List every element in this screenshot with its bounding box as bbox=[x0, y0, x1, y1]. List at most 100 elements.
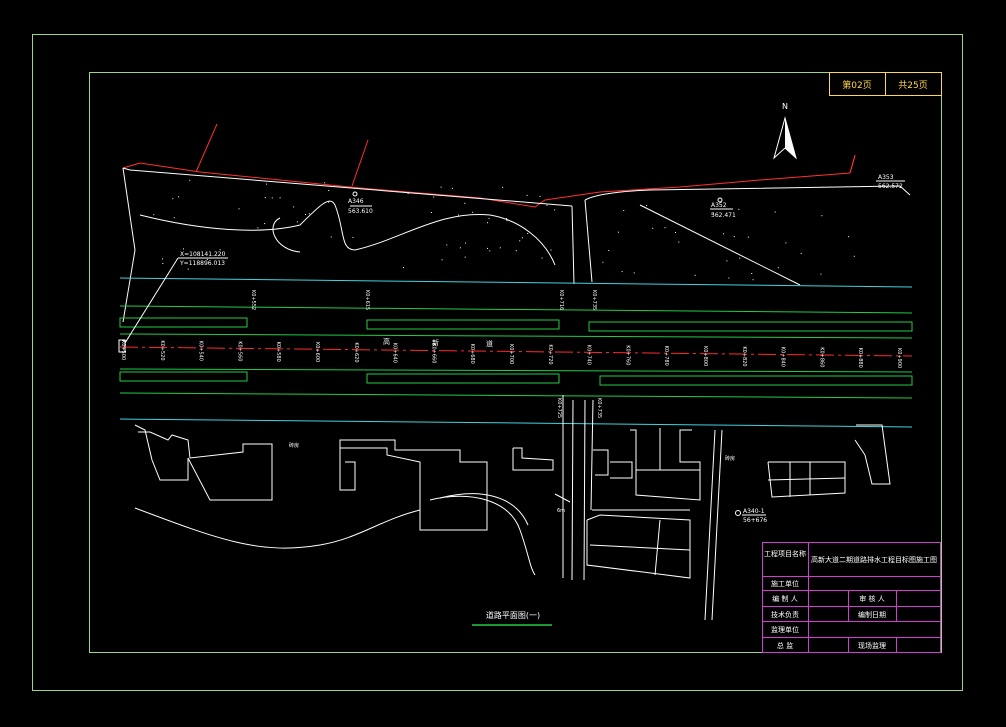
vegetation-dot bbox=[488, 217, 490, 219]
elevation-point-a352: A352 562.471 bbox=[710, 197, 736, 219]
vegetation-dot bbox=[446, 244, 448, 246]
vegetation-dot bbox=[739, 257, 741, 259]
vegetation-dot bbox=[487, 247, 488, 249]
vegetation-dot bbox=[777, 267, 779, 269]
vegetation-dot bbox=[521, 237, 523, 239]
north-label: N bbox=[782, 102, 788, 111]
road-name-char-2: 新 bbox=[432, 338, 439, 347]
lower-curves bbox=[134, 493, 536, 576]
svg-text:K0+716: K0+716 bbox=[558, 290, 564, 310]
vegetation-dot bbox=[162, 258, 163, 260]
vegetation-dot bbox=[407, 193, 409, 194]
vegetation-dot bbox=[451, 187, 453, 189]
sheet-no-label: 第02页 bbox=[842, 79, 871, 91]
vegetation-dot bbox=[264, 197, 266, 199]
svg-text:K0+552: K0+552 bbox=[250, 290, 256, 310]
vegetation-dot bbox=[752, 279, 754, 281]
svg-text:道路平面图(一): 道路平面图(一) bbox=[486, 610, 540, 620]
svg-text:K0+735: K0+735 bbox=[596, 398, 602, 418]
svg-text:Y=118896.013: Y=118896.013 bbox=[179, 260, 225, 267]
vegetation-dot bbox=[602, 261, 604, 263]
station-label: K0+840 bbox=[780, 347, 786, 367]
station-label: K0+820 bbox=[741, 346, 747, 366]
vegetation-dot bbox=[271, 197, 273, 199]
vegetation-dot bbox=[277, 228, 279, 230]
tb-supervision-unit: 监理单位 bbox=[771, 625, 799, 634]
vegetation-dot bbox=[515, 250, 517, 252]
vegetation-dot bbox=[189, 179, 191, 181]
station-label: K0+880 bbox=[857, 348, 863, 368]
vegetation-dot bbox=[172, 198, 174, 200]
station-label: K0+780 bbox=[663, 346, 669, 366]
vegetation-dot bbox=[506, 220, 508, 222]
vegetation-dot bbox=[459, 247, 461, 249]
station-label: K0+720 bbox=[547, 344, 553, 364]
vegetation-dot bbox=[617, 231, 619, 233]
vegetation-dot bbox=[541, 257, 543, 259]
tb-project-label: 工程项目名称 bbox=[764, 549, 806, 558]
svg-text:563.610: 563.610 bbox=[348, 208, 373, 215]
vegetation-dot bbox=[539, 195, 541, 197]
vegetation-dot bbox=[441, 259, 443, 261]
vegetation-dot bbox=[738, 208, 740, 210]
vegetation-dot bbox=[464, 256, 466, 258]
vegetation-dot bbox=[726, 260, 728, 262]
vegetation-dot bbox=[678, 241, 680, 243]
vegetation-dot bbox=[153, 214, 155, 216]
tb-drafter: 编 制 人 bbox=[772, 594, 797, 603]
road-name: 高 新 道 bbox=[383, 337, 493, 348]
tb-site-supervisor: 现场监理 bbox=[858, 641, 886, 650]
vegetation-dot bbox=[747, 236, 749, 238]
tb-tech-lead: 技术负责 bbox=[771, 610, 799, 619]
vegetation-dot bbox=[526, 194, 528, 196]
vegetation-dot bbox=[464, 202, 466, 204]
vegetation-dot bbox=[621, 271, 623, 273]
side-street-labels: K0+725 K0+735 6m 砖房 砖房 bbox=[289, 398, 735, 514]
station-label: K0+700 bbox=[508, 344, 514, 364]
station-label: K0+520 bbox=[159, 340, 165, 360]
vegetation-dot bbox=[257, 227, 259, 229]
vegetation-dot bbox=[178, 196, 180, 198]
vegetation-dot bbox=[723, 233, 725, 235]
vegetation-dot bbox=[187, 268, 189, 270]
svg-text:X=108141.220: X=108141.220 bbox=[180, 251, 226, 258]
svg-text:A340-1: A340-1 bbox=[743, 508, 765, 515]
vegetation-dot bbox=[238, 208, 240, 210]
station-label: K0+860 bbox=[818, 347, 824, 367]
station-labels: K0+500 K0+520 K0+540 K0+560 K0+580 K0+600 K0+6… bbox=[120, 340, 902, 368]
terrain-lines bbox=[122, 167, 911, 323]
svg-text:56+676: 56+676 bbox=[743, 517, 767, 524]
vegetation-dot bbox=[733, 236, 735, 238]
elevation-point-a353: A353 562.572 bbox=[876, 174, 905, 190]
vegetation-dot bbox=[487, 222, 488, 224]
vegetation-dot bbox=[821, 215, 823, 217]
vegetation-dot bbox=[328, 201, 330, 203]
vegetation-dot bbox=[440, 186, 442, 188]
vegetation-dot bbox=[472, 211, 474, 213]
tb-chief: 总 监 bbox=[777, 641, 793, 650]
svg-text:K0+735: K0+735 bbox=[591, 290, 597, 310]
station-label: K0+680 bbox=[469, 344, 475, 364]
vegetation-dot bbox=[279, 197, 281, 199]
vegetation-dot bbox=[848, 236, 850, 238]
svg-text:A353: A353 bbox=[878, 174, 894, 181]
tb-reviewer: 审 核 人 bbox=[859, 594, 884, 603]
vegetation-dot bbox=[499, 247, 501, 249]
vegetation-dot bbox=[652, 227, 654, 229]
station-label: K0+580 bbox=[275, 342, 281, 362]
vegetation-dot bbox=[433, 196, 435, 198]
elevation-point-a340: A340-1 56+676 bbox=[735, 508, 767, 524]
side-street bbox=[554, 395, 723, 621]
sheet-number-box: 第02页 共25页 bbox=[829, 72, 942, 96]
inner-frame bbox=[89, 72, 942, 653]
vegetation-dot bbox=[820, 273, 822, 275]
drawing-title: 道路平面图(一) bbox=[472, 610, 552, 626]
svg-text:562.471: 562.471 bbox=[711, 212, 736, 219]
station-label: K0+740 bbox=[586, 345, 592, 365]
vegetation-dot bbox=[430, 212, 432, 213]
vegetation-dot bbox=[633, 272, 635, 274]
vegetation-dot bbox=[173, 217, 175, 219]
vegetation-dot bbox=[458, 214, 459, 216]
vegetation-dot bbox=[308, 213, 310, 215]
svg-text:K0+725: K0+725 bbox=[556, 398, 562, 418]
